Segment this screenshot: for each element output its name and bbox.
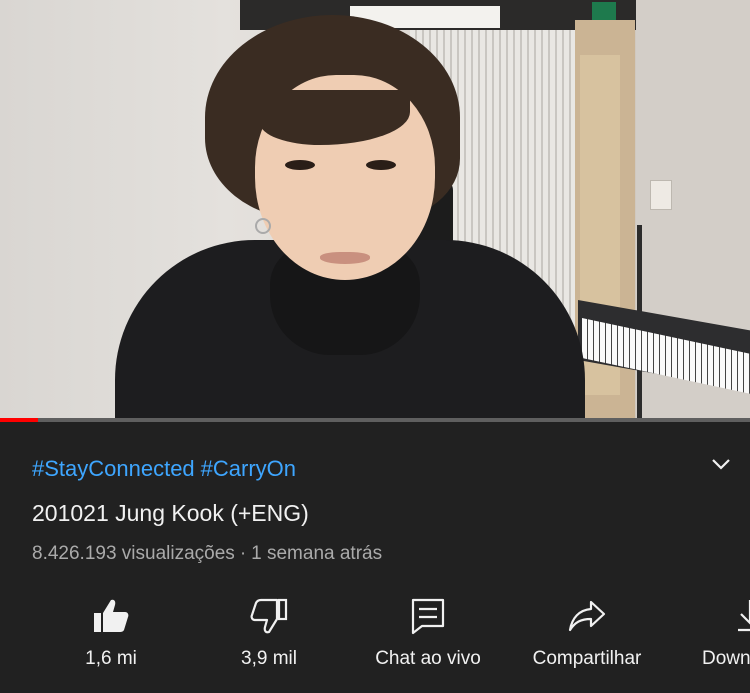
share-label: Compartilhar <box>532 648 642 669</box>
download-icon <box>738 600 750 632</box>
expand-description-button[interactable] <box>706 452 736 476</box>
live-chat-label: Chat ao vivo <box>375 648 481 669</box>
thumb-up-icon <box>94 599 129 632</box>
wall-switch <box>650 180 672 210</box>
hashtag-link[interactable]: #CarryOn <box>201 456 296 481</box>
video-title: 201021 Jung Kook (+ENG) <box>32 500 309 526</box>
share-button[interactable]: Compartilhar <box>507 590 667 680</box>
progress-bar[interactable] <box>0 418 750 422</box>
dislike-button[interactable]: 3,9 mil <box>189 590 349 680</box>
earring <box>255 218 271 234</box>
download-button[interactable]: Down <box>700 590 750 680</box>
hashtag-link[interactable]: #StayConnected <box>32 456 195 481</box>
video-meta: 8.426.193 visualizações · 1 semana atrás <box>32 543 382 565</box>
video-player[interactable] <box>0 0 750 420</box>
like-button[interactable]: 1,6 mi <box>31 590 191 680</box>
person-eye-left <box>285 160 315 170</box>
download-label: Down <box>702 648 750 669</box>
person-mouth <box>320 252 370 264</box>
exit-sign <box>592 2 616 20</box>
like-count: 1,6 mi <box>85 648 137 669</box>
chevron-down-icon <box>712 459 730 470</box>
share-icon <box>568 600 606 632</box>
progress-bar-fill <box>0 418 38 422</box>
view-count: 8.426.193 visualizações <box>32 543 235 564</box>
meta-separator: · <box>239 543 247 564</box>
person-eye-right <box>366 160 396 170</box>
chat-icon <box>411 598 445 635</box>
hashtag-list: #StayConnected #CarryOn <box>32 456 302 482</box>
live-chat-button[interactable]: Chat ao vivo <box>348 590 508 680</box>
action-bar: 1,6 mi 3,9 mil Chat ao vivo Compartilhar… <box>0 590 750 690</box>
dislike-count: 3,9 mil <box>241 648 297 669</box>
thumb-down-icon <box>250 598 288 634</box>
upload-age: 1 semana atrás <box>251 543 383 564</box>
